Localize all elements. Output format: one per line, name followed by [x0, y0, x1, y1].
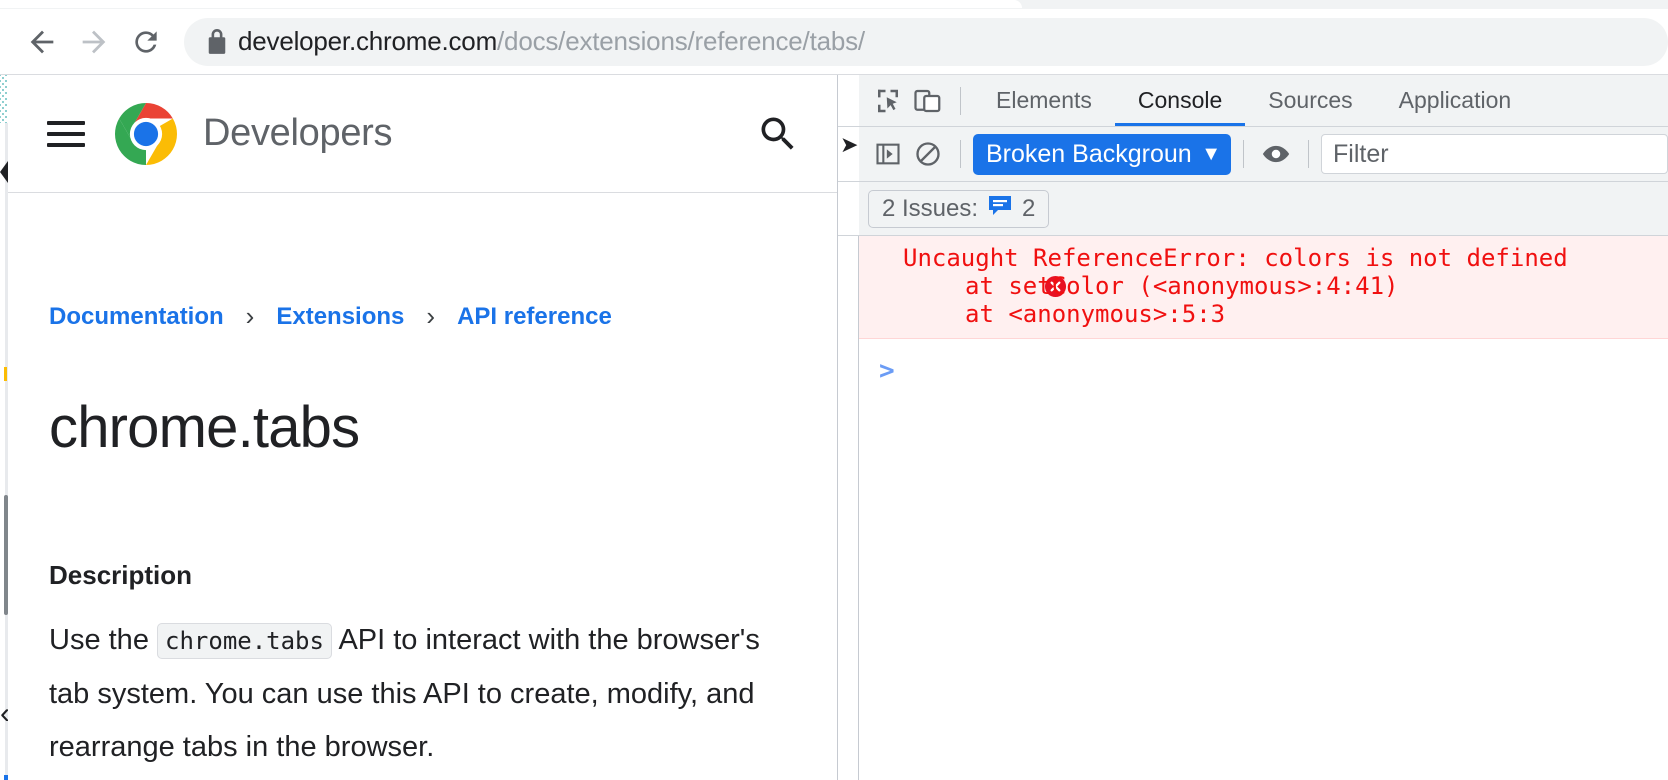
site-header: Developers: [8, 75, 837, 193]
page-left-rail: ‹: [0, 75, 8, 780]
reload-icon: [130, 26, 162, 58]
reload-button[interactable]: [120, 16, 172, 68]
chrome-logo-icon: [115, 102, 177, 165]
chevron-down-icon: ▼: [1201, 142, 1221, 165]
toolbar-divider: [1308, 140, 1309, 168]
breadcrumb: Documentation › Extensions › API referen…: [49, 301, 837, 332]
inspect-element-icon[interactable]: [868, 81, 908, 121]
tab-application[interactable]: Application: [1376, 75, 1535, 126]
console-error-stack-line-1: at setColor (<anonymous>:4:41): [965, 272, 1399, 300]
description-heading: Description: [49, 560, 193, 590]
console-filter-input[interactable]: Filter: [1321, 134, 1668, 174]
eye-icon[interactable]: [1256, 134, 1296, 174]
brand-name: Developers: [203, 112, 393, 154]
screenshot-root: developer.chrome.com/docs/extensions/ref…: [0, 0, 1668, 780]
breadcrumb-separator: ›: [426, 301, 436, 331]
devtools-tabbar: Elements Console Sources Application: [838, 75, 1668, 127]
console-toolbar: ➤ Broken Backgroun… ▼ Filter: [838, 127, 1668, 182]
tab-sources[interactable]: Sources: [1245, 75, 1375, 126]
page-title: chrome.tabs: [49, 395, 360, 460]
execution-context-value: Broken Backgroun…: [986, 139, 1196, 168]
issues-label: 2 Issues:: [882, 194, 979, 222]
breadcrumb-item-api-reference[interactable]: API reference: [457, 303, 612, 331]
issues-bar-notch: [838, 182, 859, 235]
page-content: Documentation › Extensions › API referen…: [8, 193, 837, 780]
brand-logo-group[interactable]: Developers: [115, 102, 393, 165]
console-prompt-caret: >: [879, 356, 895, 386]
toolbar-divider: [1243, 140, 1244, 168]
console-error-stack-line-2: at <anonymous>:5:3: [965, 300, 1226, 328]
url-text: developer.chrome.com/docs/extensions/ref…: [238, 26, 865, 57]
filter-placeholder: Filter: [1333, 139, 1389, 168]
arrow-left-icon: [25, 25, 59, 59]
breadcrumb-item-extensions[interactable]: Extensions: [276, 303, 404, 331]
device-toolbar-icon[interactable]: [908, 81, 948, 121]
console-gutter: [838, 236, 859, 780]
description-text-after: API to interact with the browser's tab s…: [49, 624, 760, 763]
url-path: /docs/extensions/reference/tabs/: [497, 26, 865, 56]
console-prompt-row[interactable]: >: [859, 351, 1668, 391]
address-bar[interactable]: developer.chrome.com/docs/extensions/ref…: [184, 17, 1668, 66]
console-error-text: Uncaught ReferenceError: colors is not d…: [903, 244, 1568, 272]
toolbar-divider: [960, 140, 961, 168]
rail-clipped-glyph-2: ‹: [0, 703, 8, 725]
browser-tabstrip: [0, 0, 1668, 9]
lock-icon[interactable]: [202, 28, 232, 55]
mouse-cursor-artifact: ➤: [840, 132, 859, 157]
toolbar-divider: [960, 86, 961, 115]
clear-console-icon[interactable]: [908, 134, 948, 174]
tab-console[interactable]: Console: [1115, 75, 1245, 126]
url-host: developer.chrome.com: [238, 26, 498, 56]
rail-marker-warning: [4, 367, 7, 381]
breadcrumb-separator: ›: [245, 301, 255, 331]
description-paragraph: Use the chrome.tabs API to interact with…: [49, 614, 794, 774]
arrow-right-icon: [77, 25, 111, 59]
forward-button[interactable]: [68, 16, 120, 68]
hamburger-menu-icon[interactable]: [47, 117, 87, 151]
web-page-pane: ‹: [0, 75, 837, 780]
description-text-before: Use the: [49, 624, 149, 656]
active-tab[interactable]: [0, 0, 1022, 8]
issues-chip[interactable]: 2 Issues: 2: [868, 189, 1050, 228]
breadcrumb-item-documentation[interactable]: Documentation: [49, 303, 224, 331]
execution-context-selector[interactable]: Broken Backgroun… ▼: [973, 133, 1231, 175]
inline-code-chrome-tabs: chrome.tabs: [157, 623, 332, 659]
rail-clipped-glyph: [0, 161, 8, 183]
console-messages: Uncaught ReferenceError: colors is not d…: [838, 236, 1668, 780]
tab-elements[interactable]: Elements: [973, 75, 1115, 126]
console-error-message-line: Uncaught ReferenceError: colors is not d…: [859, 244, 1668, 298]
console-sidebar-icon[interactable]: [868, 134, 908, 174]
devtools-tabbar-notch: [838, 75, 859, 126]
issues-message-icon: [987, 195, 1013, 222]
console-error-entry[interactable]: Uncaught ReferenceError: colors is not d…: [859, 236, 1668, 339]
rail-dot-pattern: [0, 75, 8, 123]
back-button[interactable]: [16, 16, 68, 68]
error-circle-icon: [871, 247, 1067, 298]
devtools-panel: Elements Console Sources Application ➤ B…: [837, 75, 1668, 780]
browser-toolbar: developer.chrome.com/docs/extensions/ref…: [0, 9, 1668, 75]
issues-count: 2: [1022, 194, 1036, 222]
issues-bar: 2 Issues: 2: [838, 182, 1668, 236]
search-icon[interactable]: [755, 111, 801, 157]
